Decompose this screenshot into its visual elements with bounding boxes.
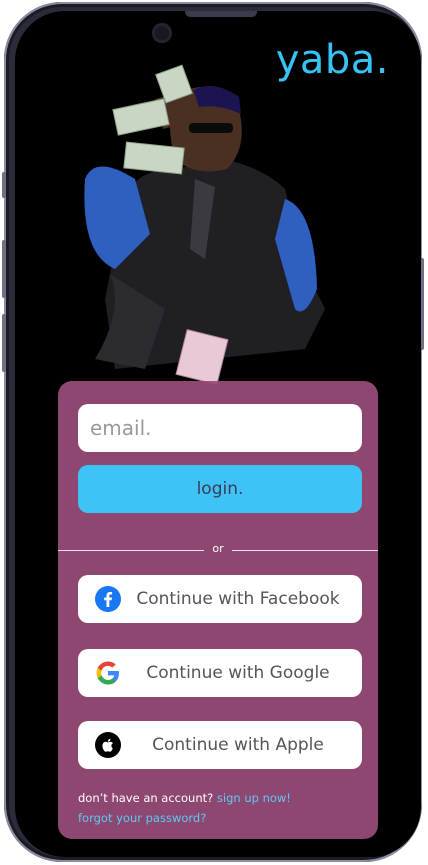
divider-text: or — [212, 542, 224, 555]
signup-link[interactable]: sign up now! — [217, 791, 291, 805]
login-button[interactable]: login. — [78, 465, 362, 513]
forgot-password-link[interactable]: forgot your password? — [78, 811, 206, 825]
screen: yaba. login. or — [15, 11, 421, 857]
facebook-login-button[interactable]: Continue with Facebook — [78, 575, 362, 623]
hero-image — [84, 64, 325, 386]
no-account-text: don’t have an account? — [78, 791, 214, 805]
login-card: login. or Continue with Facebook — [58, 381, 378, 839]
facebook-icon — [95, 586, 121, 612]
divider-line-left — [58, 550, 204, 551]
speaker-grille — [185, 11, 257, 17]
mute-switch — [2, 172, 6, 198]
phone-frame: yaba. login. or — [2, 2, 424, 862]
volume-up-button — [2, 240, 6, 298]
apple-login-button[interactable]: Continue with Apple — [78, 721, 362, 769]
email-field[interactable] — [78, 404, 362, 452]
volume-down-button — [2, 314, 6, 372]
apple-icon — [95, 732, 121, 758]
google-login-button[interactable]: Continue with Google — [78, 649, 362, 697]
front-camera — [152, 23, 172, 43]
or-divider: or — [58, 542, 378, 557]
signup-prompt: don’t have an account? sign up now! — [78, 791, 291, 805]
google-icon — [96, 661, 119, 685]
divider-line-right — [232, 550, 378, 551]
